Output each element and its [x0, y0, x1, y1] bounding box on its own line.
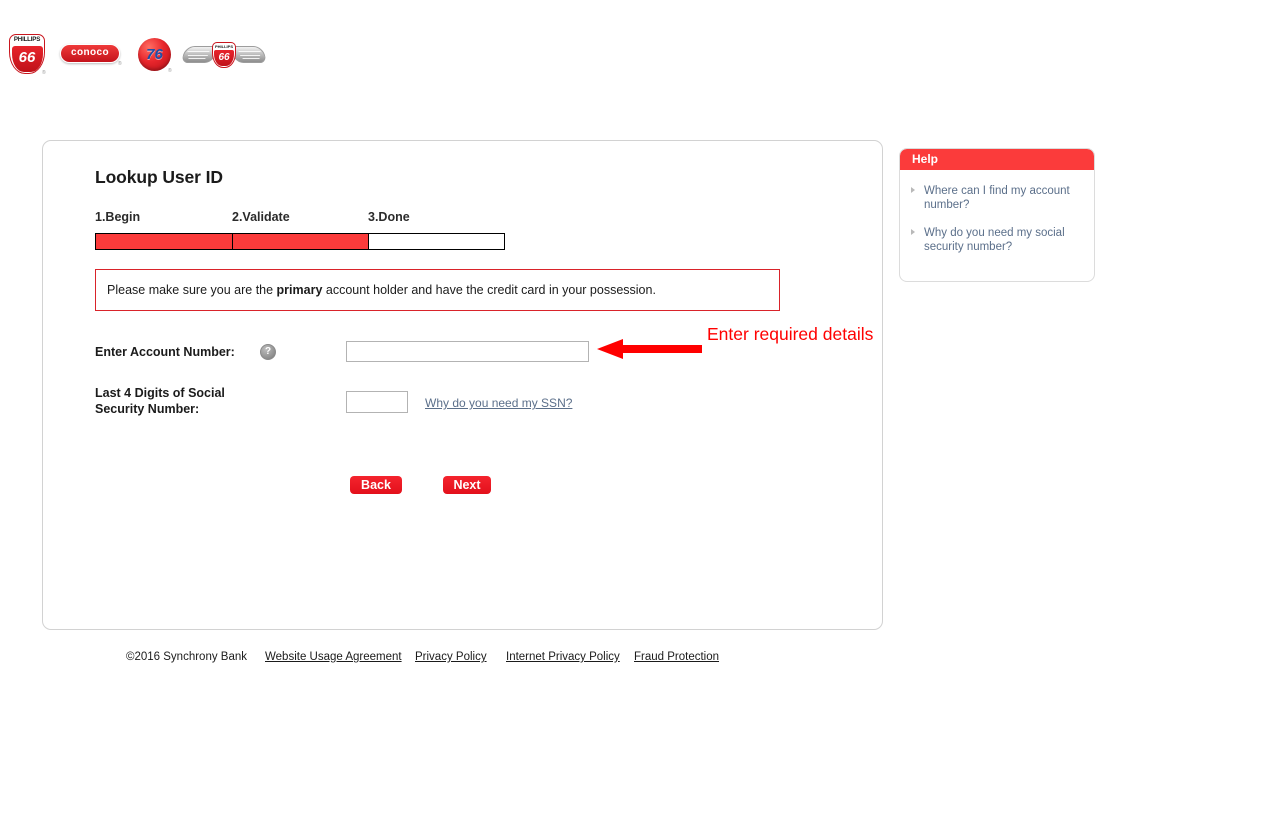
ssn-last4-input[interactable]: [346, 391, 408, 413]
footer-link-internet-privacy-policy[interactable]: Internet Privacy Policy: [506, 651, 620, 663]
registered-mark-icon: ®: [42, 70, 46, 76]
footer-link-website-usage-agreement[interactable]: Website Usage Agreement: [265, 651, 402, 663]
wings-66-logo-number: 66: [214, 50, 234, 66]
help-link-account-number-label: Where can I find my account number?: [924, 185, 1070, 211]
next-button[interactable]: Next: [443, 476, 491, 494]
account-number-label: Enter Account Number:: [95, 345, 235, 359]
help-panel-header: Help: [900, 149, 1094, 170]
phillips-66-logo-number: 66: [11, 46, 43, 72]
footer-link-fraud-protection[interactable]: Fraud Protection: [634, 651, 719, 663]
union-76-logo: 76 ®: [138, 38, 174, 78]
help-panel-links: Where can I find my account number? Why …: [900, 170, 1094, 254]
phillips-66-logo-top-text: PHILLIPS: [13, 36, 41, 43]
conoco-logo-text: conoco: [60, 44, 120, 63]
question-mark-icon[interactable]: ?: [260, 344, 276, 360]
footer-copyright: ©2016 Synchrony Bank: [126, 651, 247, 663]
help-link-social-security-label: Why do you need my social security numbe…: [924, 227, 1065, 253]
conoco-logo: conoco ®: [60, 44, 124, 68]
help-panel: Help Where can I find my account number?…: [899, 148, 1095, 282]
help-link-account-number[interactable]: Where can I find my account number?: [910, 184, 1084, 212]
wings-66-logo: PHILLIPS 66: [181, 40, 267, 72]
ssn-last4-label: Last 4 Digits of Social Security Number:: [95, 386, 225, 416]
registered-mark-icon: ®: [118, 61, 122, 67]
registered-mark-icon: ®: [168, 68, 172, 74]
why-need-ssn-link[interactable]: Why do you need my SSN?: [425, 396, 572, 410]
wing-right-icon: [231, 46, 267, 63]
brand-logo-bar: PHILLIPS 66 ® conoco ® 76 ® PHILLIPS 66: [0, 0, 1263, 100]
wings-66-logo-top-text: PHILLIPS: [214, 43, 233, 49]
phillips-66-logo: PHILLIPS 66 ®: [9, 34, 47, 78]
footer-link-privacy-policy[interactable]: Privacy Policy: [415, 651, 487, 663]
union-76-logo-number: 76: [138, 38, 171, 71]
triangle-bullet-icon: [911, 229, 915, 235]
lookup-form: Enter Account Number: ? Last 4 Digits of…: [43, 141, 882, 629]
footer: ©2016 Synchrony Bank Website Usage Agree…: [126, 651, 826, 669]
back-button[interactable]: Back: [350, 476, 402, 494]
triangle-bullet-icon: [911, 187, 915, 193]
lookup-user-id-card: Lookup User ID 1.Begin 2.Validate 3.Done…: [42, 140, 883, 630]
account-number-input[interactable]: [346, 341, 589, 362]
help-link-social-security[interactable]: Why do you need my social security numbe…: [910, 226, 1084, 254]
